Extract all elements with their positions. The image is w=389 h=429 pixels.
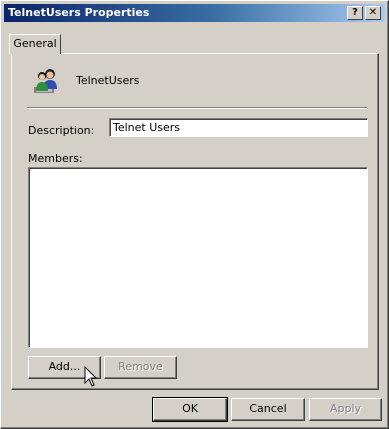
apply-button[interactable]: Apply	[309, 398, 382, 421]
title-bar[interactable]: TelnetUsers Properties ? ✕	[4, 4, 385, 22]
members-list[interactable]	[28, 167, 368, 348]
help-button[interactable]: ?	[347, 6, 363, 20]
tab-general[interactable]: General	[9, 34, 61, 54]
tab-general-label: General	[13, 37, 57, 50]
description-label: Description:	[28, 124, 95, 137]
cancel-button[interactable]: Cancel	[231, 398, 305, 421]
close-button[interactable]: ✕	[365, 6, 381, 20]
remove-button[interactable]: Remove	[104, 356, 177, 379]
group-users-icon	[34, 69, 57, 93]
group-name: TelnetUsers	[76, 74, 140, 87]
ok-button[interactable]: OK	[152, 397, 228, 422]
separator	[27, 107, 367, 109]
window-title: TelnetUsers Properties	[8, 6, 150, 19]
description-input[interactable]: Telnet Users	[109, 118, 368, 137]
members-label: Members:	[28, 152, 83, 165]
mouse-cursor-icon	[84, 366, 98, 387]
